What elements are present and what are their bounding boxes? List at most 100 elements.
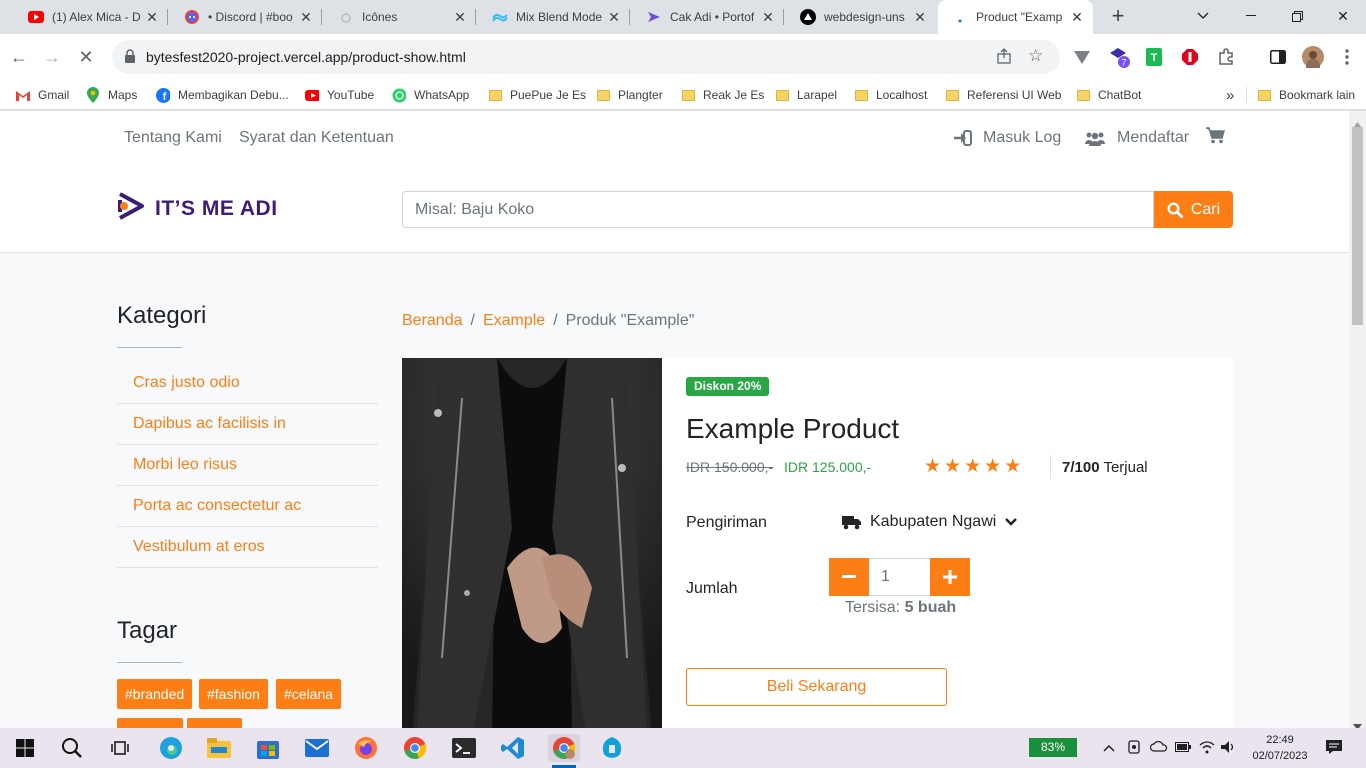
close-tab-icon[interactable]: ✕ bbox=[760, 9, 776, 25]
category-link[interactable]: Porta ac consectetur ac bbox=[117, 486, 378, 527]
tag-chip[interactable]: #celana bbox=[276, 679, 342, 709]
stop-loading-icon[interactable]: ✕ bbox=[72, 43, 100, 71]
bookmark-folder[interactable]: Reak Je Es bbox=[681, 86, 764, 104]
bookmark-star-icon[interactable]: ☆ bbox=[1028, 46, 1043, 66]
system-clock[interactable]: 22:49 02/07/2023 bbox=[1250, 732, 1310, 764]
bookmark-folder[interactable]: Localhost bbox=[854, 86, 927, 104]
bookmark-maps[interactable]: Maps bbox=[86, 86, 137, 104]
wifi-icon[interactable] bbox=[1199, 740, 1215, 757]
chrome-menu-icon[interactable] bbox=[1336, 46, 1358, 68]
tag-chip[interactable] bbox=[117, 718, 183, 728]
app-icon[interactable] bbox=[598, 734, 626, 762]
browser-tab[interactable]: • Discord | #boo ✕ bbox=[170, 0, 322, 34]
more-bookmarks-button[interactable]: » bbox=[1226, 86, 1234, 104]
register-link[interactable]: Mendaftar bbox=[1085, 129, 1189, 147]
breadcrumb-home-link[interactable]: Beranda bbox=[402, 312, 463, 330]
bookmark-folder[interactable]: Plangter bbox=[596, 86, 663, 104]
bookmark-folder[interactable]: PuePue Je Es bbox=[488, 86, 586, 104]
side-panel-icon[interactable] bbox=[1267, 46, 1289, 68]
page-scrollbar[interactable] bbox=[1349, 111, 1366, 730]
show-hidden-icons-chevron[interactable] bbox=[1103, 740, 1115, 755]
tag-chip[interactable] bbox=[187, 718, 242, 728]
bookmark-folder[interactable]: ChatBot bbox=[1076, 86, 1141, 104]
minimize-window-icon[interactable] bbox=[1228, 0, 1274, 32]
lock-icon[interactable] bbox=[124, 49, 136, 68]
terminal-icon[interactable] bbox=[450, 734, 478, 762]
youtube-icon bbox=[305, 88, 319, 102]
star-rating: ★ ★ ★ ★ ★ bbox=[924, 457, 1021, 477]
forward-arrow-icon[interactable]: → bbox=[38, 43, 66, 71]
microsoft-store-icon[interactable] bbox=[254, 734, 282, 762]
category-link[interactable]: Cras justo odio bbox=[117, 363, 378, 404]
browser-tab[interactable]: (1) Alex Mica - D ✕ bbox=[14, 0, 168, 34]
edge-browser-icon[interactable] bbox=[157, 734, 185, 762]
search-input[interactable] bbox=[402, 191, 1154, 228]
battery-icon[interactable] bbox=[1175, 740, 1191, 755]
nav-about-link[interactable]: Tentang Kami bbox=[124, 129, 222, 147]
url-text[interactable]: bytesfest2020-project.vercel.app/product… bbox=[146, 49, 466, 65]
bookmark-folder[interactable]: Larapel bbox=[775, 86, 837, 104]
site-logo[interactable]: IT’S ME ADI bbox=[117, 191, 278, 226]
buy-now-button[interactable]: Beli Sekarang bbox=[686, 668, 947, 706]
back-arrow-icon[interactable]: ← bbox=[5, 43, 33, 71]
quantity-input[interactable] bbox=[869, 558, 930, 596]
adblock-extension-icon[interactable] bbox=[1179, 46, 1201, 68]
nav-terms-link[interactable]: Syarat dan Ketentuan bbox=[239, 129, 394, 147]
category-link[interactable]: Dapibus ac facilisis in bbox=[117, 404, 378, 445]
bookmark-youtube[interactable]: YouTube bbox=[305, 86, 374, 104]
share-icon[interactable] bbox=[996, 48, 1012, 69]
decrease-quantity-button[interactable] bbox=[829, 558, 869, 596]
close-tab-icon[interactable]: ✕ bbox=[452, 9, 468, 25]
windows-start-icon[interactable] bbox=[11, 734, 39, 762]
bookmark-facebook[interactable]: f Membagikan Debu... bbox=[156, 86, 289, 104]
extension-icon[interactable]: T bbox=[1143, 46, 1165, 68]
tray-app-icon[interactable] bbox=[1127, 740, 1141, 757]
close-tab-icon[interactable]: ✕ bbox=[606, 9, 622, 25]
profile-avatar[interactable] bbox=[1302, 46, 1324, 68]
vpn-extension-icon[interactable] bbox=[1071, 46, 1093, 68]
firefox-icon[interactable] bbox=[352, 734, 380, 762]
increase-quantity-button[interactable] bbox=[930, 558, 970, 596]
restore-window-icon[interactable] bbox=[1274, 0, 1320, 32]
close-tab-icon[interactable]: ✕ bbox=[1069, 9, 1085, 25]
browser-tab-active[interactable]: Product "Examp ✕ bbox=[938, 0, 1093, 34]
extension-icon[interactable]: 7 bbox=[1108, 46, 1130, 68]
login-link[interactable]: Masuk Log bbox=[954, 129, 1061, 147]
close-window-icon[interactable]: ✕ bbox=[1320, 0, 1366, 32]
scrollbar-thumb[interactable] bbox=[1352, 127, 1363, 325]
task-view-icon[interactable] bbox=[106, 734, 134, 762]
tag-chip[interactable]: #fashion bbox=[199, 679, 268, 709]
cart-icon[interactable] bbox=[1206, 127, 1225, 149]
search-icon[interactable] bbox=[58, 734, 86, 762]
tab-search-icon[interactable] bbox=[1180, 0, 1226, 32]
browser-tab[interactable]: Mix Blend Mode ✕ bbox=[478, 0, 630, 34]
notification-center-icon[interactable] bbox=[1325, 739, 1343, 758]
browser-tab[interactable]: Icônes ✕ bbox=[324, 0, 476, 34]
new-tab-button[interactable]: + bbox=[1104, 4, 1132, 30]
mail-icon[interactable] bbox=[303, 734, 331, 762]
puzzle-extensions-icon[interactable] bbox=[1215, 46, 1237, 68]
other-bookmarks-folder[interactable]: Bookmark lain bbox=[1257, 86, 1355, 104]
battery-indicator[interactable]: 83% bbox=[1029, 738, 1077, 757]
vscode-icon[interactable] bbox=[499, 734, 527, 762]
breadcrumb-category-link[interactable]: Example bbox=[483, 312, 545, 330]
close-tab-icon[interactable]: ✕ bbox=[298, 9, 314, 25]
onedrive-icon[interactable] bbox=[1149, 740, 1168, 755]
chrome-icon[interactable] bbox=[401, 734, 429, 762]
close-tab-icon[interactable]: ✕ bbox=[144, 9, 160, 25]
search-button[interactable]: Cari bbox=[1154, 191, 1233, 228]
tag-chip[interactable]: #branded bbox=[117, 679, 193, 709]
bookmark-gmail[interactable]: Gmail bbox=[16, 86, 69, 104]
bookmark-whatsapp[interactable]: WhatsApp bbox=[392, 86, 469, 104]
browser-tab[interactable]: webdesign-uns ✕ bbox=[786, 0, 936, 34]
bookmark-folder[interactable]: Referensi UI Web bbox=[945, 86, 1061, 104]
file-explorer-icon[interactable] bbox=[205, 734, 233, 762]
category-link[interactable]: Morbi leo risus bbox=[117, 445, 378, 486]
address-bar[interactable]: bytesfest2020-project.vercel.app/product… bbox=[112, 40, 1060, 74]
shipping-location-dropdown[interactable]: Kabupaten Ngawi bbox=[842, 513, 1018, 531]
category-link[interactable]: Vestibulum at eros bbox=[117, 527, 378, 568]
close-tab-icon[interactable]: ✕ bbox=[912, 9, 928, 25]
volume-icon[interactable] bbox=[1221, 740, 1237, 757]
browser-tab[interactable]: Cak Adi • Portof ✕ bbox=[632, 0, 784, 34]
chrome-active-taskbar-icon[interactable] bbox=[548, 734, 580, 762]
